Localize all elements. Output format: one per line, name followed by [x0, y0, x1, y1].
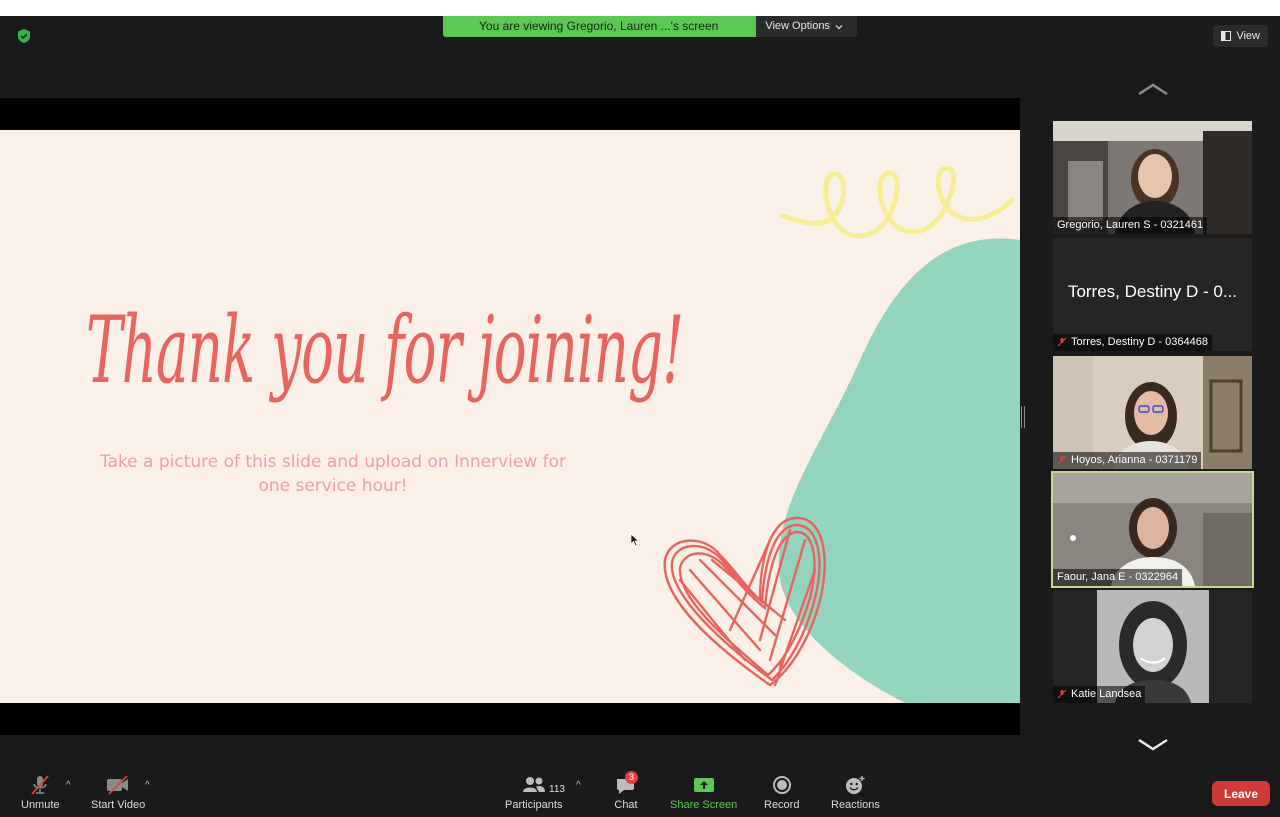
record-label: Record [764, 799, 800, 811]
mic-muted-icon [1057, 455, 1067, 465]
participants-label: Participants [505, 799, 563, 811]
mic-muted-icon [31, 775, 49, 795]
unmute-button[interactable]: Unmute [21, 774, 60, 811]
shared-screen: Thank you for joining! Take a picture of… [0, 98, 1020, 735]
participants-icon [522, 777, 545, 792]
yellow-squiggle [780, 165, 1015, 239]
participant-name: Gregorio, Lauren S - 0321461 [1057, 219, 1204, 231]
video-tile[interactable]: Katie Landsea [1053, 590, 1252, 703]
view-icon [1221, 31, 1232, 41]
viewing-screen-text: You are viewing Gregorio, Lauren ...'s s… [443, 16, 757, 37]
participants-button[interactable]: Participants 113 [505, 774, 565, 811]
meeting-toolbar: Unmute ^ Start Video ^ Participants 113 … [0, 770, 1280, 817]
video-off-icon [107, 775, 129, 795]
participant-name: Faour, Jana E - 0322964 [1057, 571, 1179, 583]
video-tile[interactable]: Gregorio, Lauren S - 0321461 [1053, 121, 1252, 234]
participant-name-label: Gregorio, Lauren S - 0321461 [1053, 217, 1208, 234]
view-button[interactable]: View [1213, 25, 1268, 47]
audio-options-caret[interactable]: ^ [66, 780, 71, 791]
participant-name-label: Faour, Jana E - 0322964 [1053, 569, 1183, 586]
reactions-button[interactable]: Reactions [831, 774, 880, 811]
reactions-icon [846, 776, 865, 794]
mouse-cursor-icon [630, 533, 640, 547]
panel-resize-handle[interactable] [1021, 406, 1025, 428]
participant-name: Torres, Destiny D - 0364468 [1071, 336, 1208, 348]
top-strip [0, 0, 1280, 16]
reactions-label: Reactions [831, 799, 880, 811]
video-tile[interactable]: Hoyos, Arianna - 0371179 [1053, 356, 1252, 469]
chevron-down-icon[interactable] [1137, 738, 1169, 752]
share-screen-button[interactable]: Share Screen [670, 774, 737, 811]
video-tile[interactable]: Torres, Destiny D - 0... Torres, Destiny… [1053, 238, 1252, 351]
participant-name-label: Katie Landsea [1053, 686, 1146, 703]
screen-share-banner: You are viewing Gregorio, Lauren ...'s s… [443, 16, 857, 37]
participant-name-label: Torres, Destiny D - 0364468 [1053, 334, 1212, 351]
mic-muted-icon [1057, 689, 1067, 699]
chevron-up-icon[interactable] [1137, 82, 1169, 96]
start-video-button[interactable]: Start Video [91, 774, 145, 811]
slide-title: Thank you for joining! [86, 296, 684, 405]
view-options-label: View Options [765, 20, 830, 32]
share-screen-label: Share Screen [670, 799, 738, 811]
participant-name: Katie Landsea [1071, 688, 1142, 700]
video-tile-active-speaker[interactable]: Faour, Jana E - 0322964 [1051, 471, 1254, 588]
participant-display-name: Torres, Destiny D - 0... [1067, 282, 1238, 301]
unmute-label: Unmute [21, 799, 60, 811]
leave-button[interactable]: Leave [1212, 781, 1270, 806]
chat-label: Chat [614, 799, 638, 811]
mic-muted-icon [1057, 337, 1067, 347]
participant-name: Hoyos, Arianna - 0371179 [1071, 454, 1198, 466]
slide-subtitle: Take a picture of this slide and upload … [99, 452, 567, 496]
participant-count: 113 [549, 784, 565, 795]
record-button[interactable]: Record [764, 774, 799, 811]
presentation-slide: Thank you for joining! Take a picture of… [0, 130, 1020, 703]
record-icon [772, 776, 791, 794]
view-options-button[interactable]: View Options [756, 16, 857, 37]
participant-name-label: Hoyos, Arianna - 0371179 [1053, 452, 1202, 469]
shield-icon[interactable] [16, 28, 32, 44]
chat-button[interactable]: 3 Chat [614, 771, 638, 811]
teal-blob [778, 238, 1020, 703]
share-screen-icon [693, 778, 714, 792]
video-options-caret[interactable]: ^ [145, 780, 150, 791]
view-button-label: View [1236, 30, 1260, 42]
chevron-down-icon [835, 24, 843, 29]
chat-badge: 3 [625, 771, 638, 784]
participants-options-caret[interactable]: ^ [576, 780, 581, 791]
start-video-label: Start Video [91, 799, 146, 811]
zoom-meeting-window: You are viewing Gregorio, Lauren ...'s s… [0, 16, 1280, 817]
slide-decoration [663, 165, 1020, 703]
